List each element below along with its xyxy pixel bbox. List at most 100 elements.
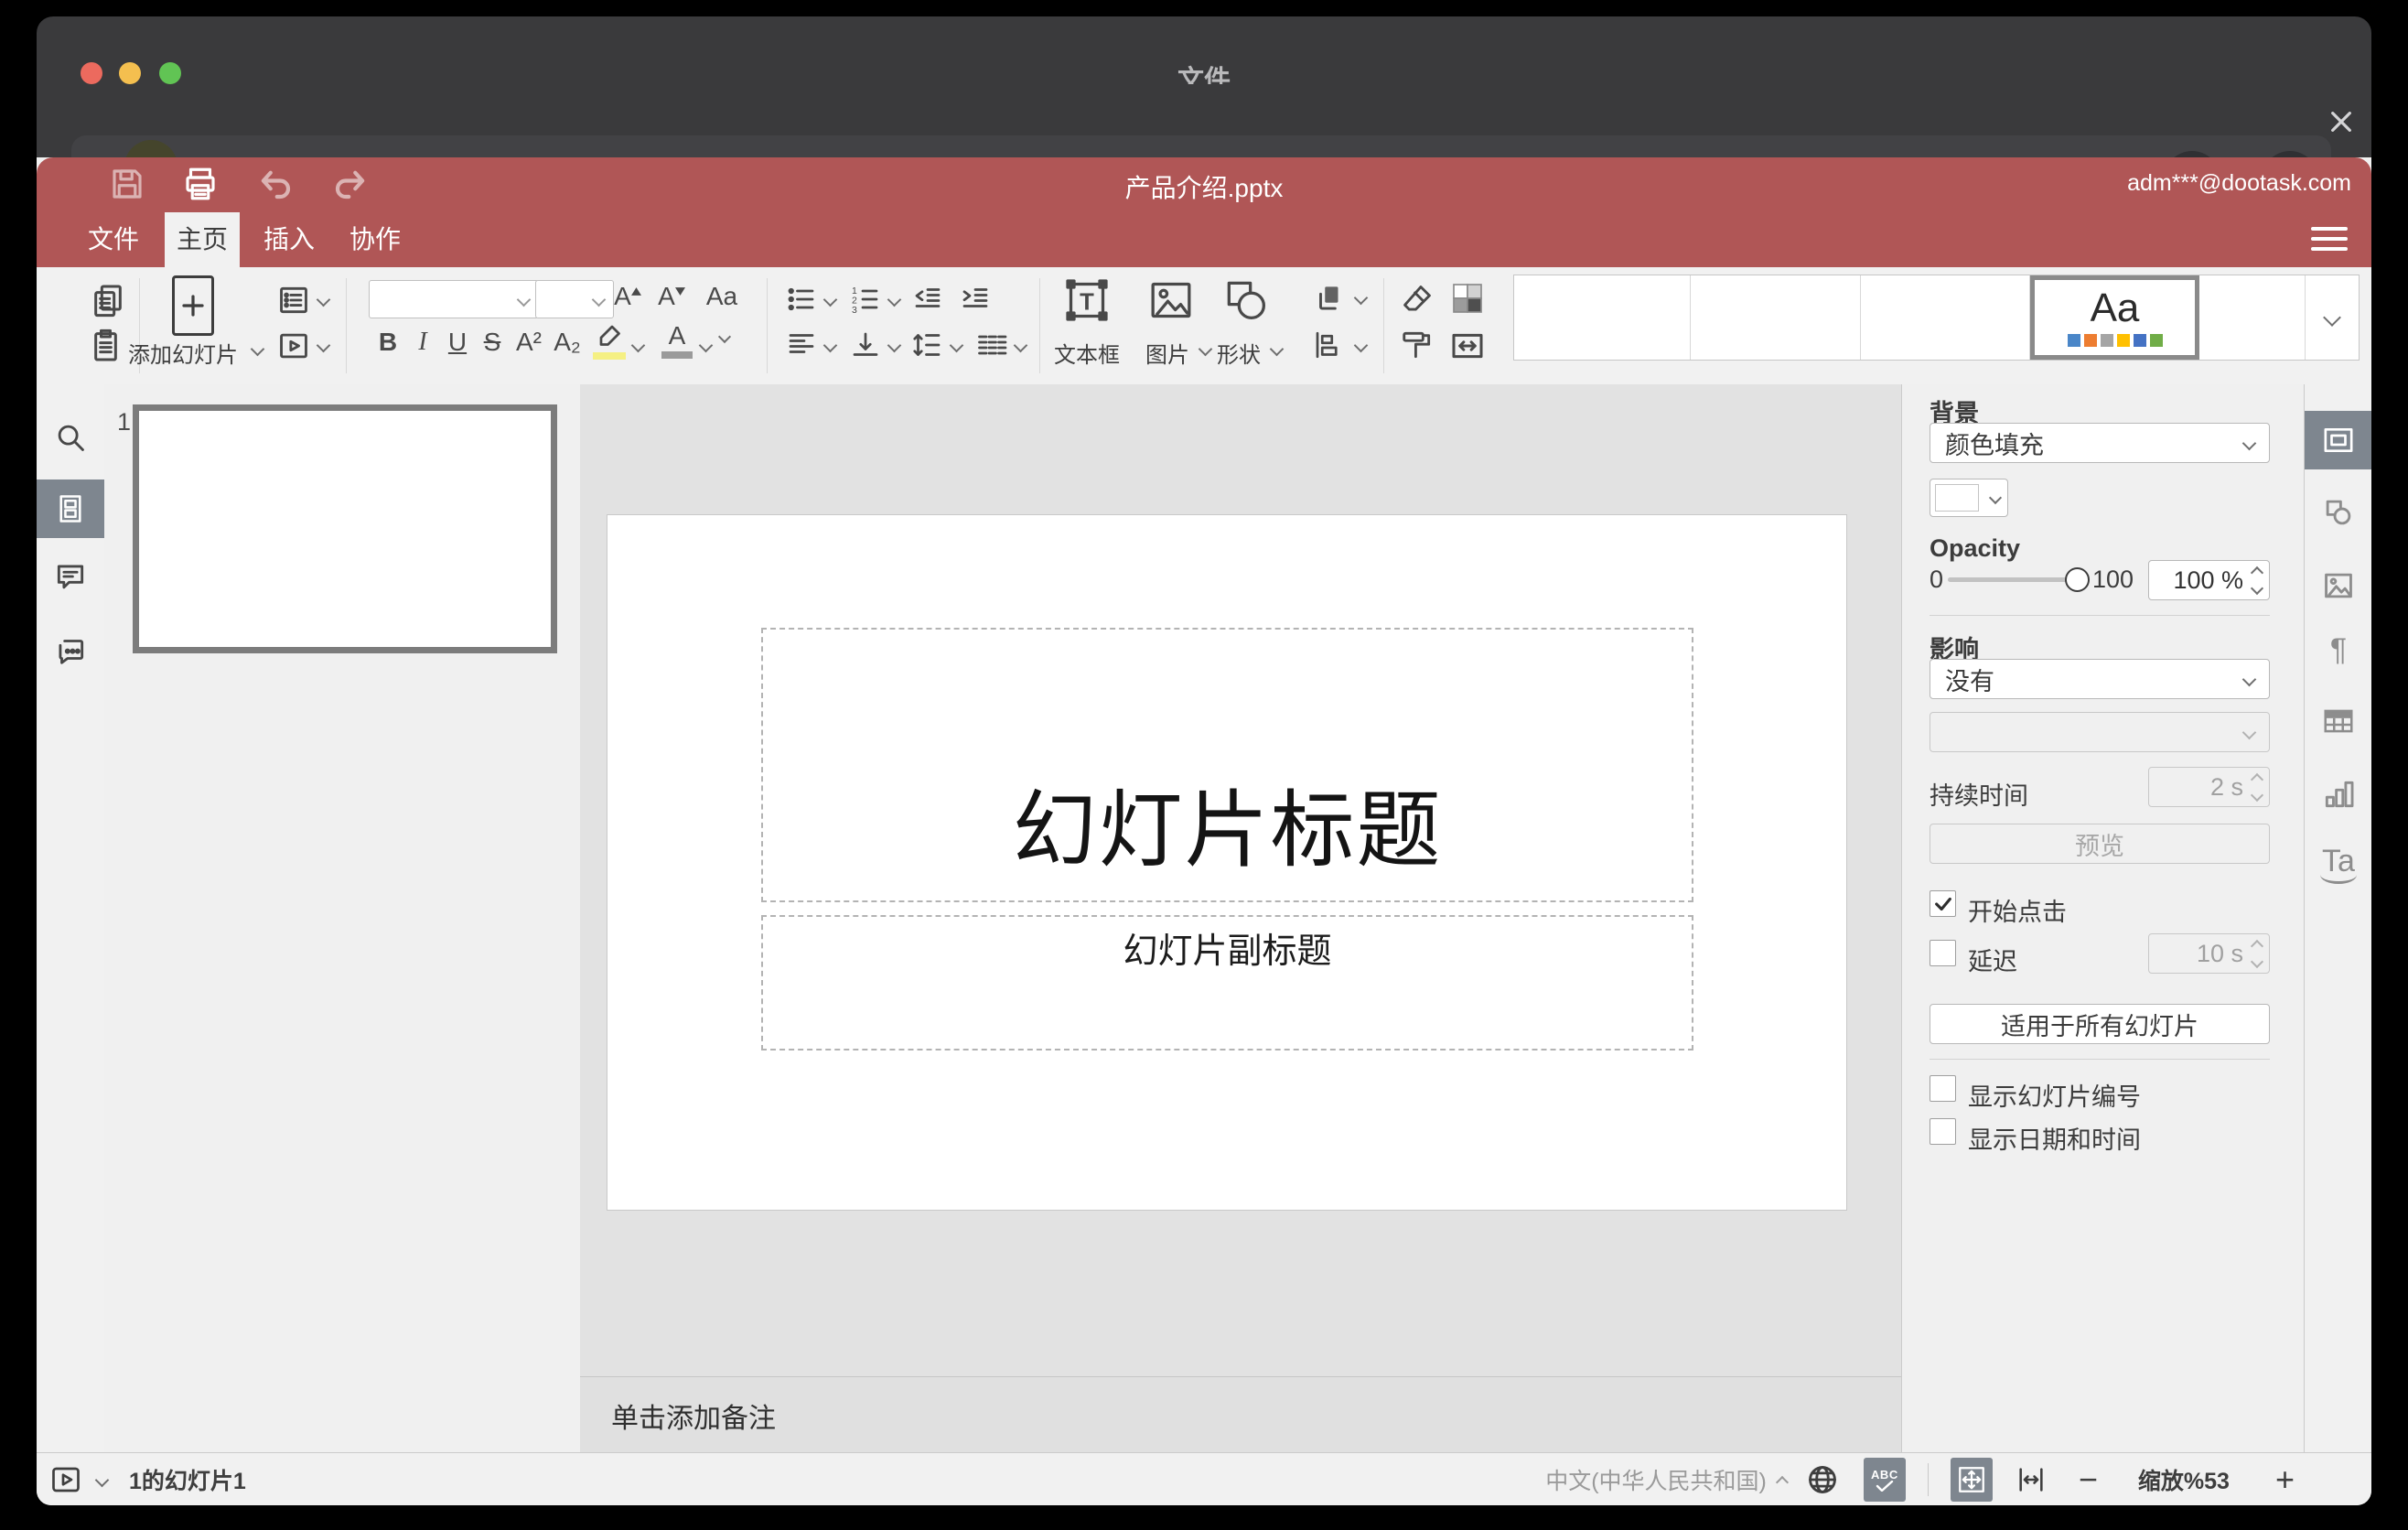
zoom-in-button[interactable]: + — [2275, 1463, 2295, 1496]
line-spacing-dropdown-icon[interactable] — [949, 338, 964, 353]
numbering-dropdown-icon[interactable] — [887, 292, 902, 307]
opacity-slider-track[interactable] — [1948, 577, 2078, 582]
start-on-click-checkbox[interactable] — [1930, 890, 1956, 917]
delay-checkbox[interactable] — [1930, 940, 1956, 966]
theme-option[interactable] — [1861, 275, 2030, 360]
align-shape-dropdown-icon[interactable] — [1353, 338, 1369, 353]
shape-dropdown-icon[interactable] — [1269, 341, 1285, 357]
vertical-align-dropdown-icon[interactable] — [887, 338, 902, 353]
strikeout-button[interactable]: S — [476, 324, 509, 361]
chat-icon[interactable] — [37, 620, 104, 679]
spellcheck-icon[interactable]: ABC — [1863, 1458, 1906, 1502]
title-placeholder[interactable]: 幻灯片标题 — [761, 628, 1693, 902]
add-slide-button[interactable] — [172, 275, 214, 336]
paragraph-settings-icon[interactable]: ¶ — [2305, 620, 2371, 679]
italic-button[interactable]: I — [406, 324, 439, 361]
clear-style-icon[interactable] — [1400, 282, 1435, 317]
slideshow-mode-dropdown-icon[interactable] — [94, 1472, 110, 1487]
document-language-globe-icon[interactable] — [1805, 1462, 1840, 1497]
close-icon[interactable] — [2327, 107, 2356, 136]
chart-settings-icon[interactable] — [2305, 765, 2371, 824]
theme-gallery-expand-icon[interactable] — [2305, 275, 2359, 360]
theme-option-selected[interactable]: Aa — [2030, 275, 2199, 360]
delay-label[interactable]: 延迟 — [1968, 942, 2017, 977]
start-slideshow-icon[interactable] — [276, 329, 311, 363]
paste-icon[interactable] — [90, 328, 126, 364]
slide-settings-icon[interactable] — [2305, 411, 2371, 469]
slide-thumbnail[interactable] — [133, 404, 557, 653]
notes-area[interactable]: 单击添加备注 — [580, 1376, 1901, 1453]
underline-button[interactable]: U — [441, 324, 474, 361]
arrange-shape-icon[interactable] — [1312, 281, 1347, 316]
decrease-font-button[interactable]: A — [655, 278, 688, 315]
apply-to-all-button[interactable]: 适用于所有幻灯片 — [1930, 1004, 2270, 1044]
columns-dropdown-icon[interactable] — [1013, 338, 1028, 353]
table-settings-icon[interactable] — [2305, 692, 2371, 750]
highlight-color-icon[interactable] — [593, 324, 626, 360]
tab-file[interactable]: 文件 — [68, 212, 159, 267]
textbox-icon[interactable]: T — [1061, 275, 1113, 326]
zoom-out-button[interactable]: − — [2079, 1463, 2098, 1496]
shape-icon[interactable] — [1220, 275, 1272, 326]
fill-type-select[interactable]: 颜色填充 — [1930, 423, 2270, 463]
fill-color-swatch[interactable] — [1930, 479, 2008, 517]
effect-select[interactable]: 没有 — [1930, 659, 2270, 699]
textart-settings-icon[interactable]: Ta — [2305, 835, 2371, 893]
increase-font-button[interactable]: A — [611, 278, 644, 315]
line-spacing-icon[interactable] — [911, 329, 944, 361]
image-dropdown-icon[interactable] — [1198, 341, 1213, 357]
search-icon[interactable] — [37, 408, 104, 467]
numbering-icon[interactable]: 123 — [849, 283, 882, 316]
superscript-button[interactable]: A² — [512, 324, 545, 361]
copy-icon[interactable] — [90, 282, 126, 318]
bold-button[interactable]: B — [371, 324, 404, 361]
font-color-button[interactable]: A — [661, 320, 693, 359]
bullets-icon[interactable] — [785, 283, 818, 316]
horizontal-align-dropdown-icon[interactable] — [822, 338, 838, 353]
increase-indent-icon[interactable] — [959, 283, 992, 316]
subscript-button[interactable]: A₂ — [551, 324, 584, 361]
add-slide-dropdown-icon[interactable] — [250, 341, 265, 357]
start-slideshow-status-icon[interactable] — [49, 1463, 82, 1496]
slide-size-icon[interactable] — [1449, 328, 1486, 364]
shape-settings-icon[interactable] — [2305, 483, 2371, 542]
image-icon[interactable] — [1145, 275, 1197, 326]
image-label[interactable]: 图片 — [1145, 337, 1189, 369]
language-label[interactable]: 中文(中华人民共和国) — [1545, 1463, 1767, 1496]
theme-option[interactable] — [1514, 275, 1691, 360]
textbox-label[interactable]: 文本框 — [1054, 337, 1120, 369]
slides-panel-icon[interactable] — [37, 479, 104, 538]
tab-home[interactable]: 主页 — [165, 212, 240, 267]
tab-insert[interactable]: 插入 — [243, 212, 335, 267]
show-slide-number-label[interactable]: 显示幻灯片编号 — [1968, 1077, 2141, 1113]
slide-layout-icon[interactable] — [276, 283, 311, 318]
image-settings-icon[interactable] — [2305, 556, 2371, 615]
slide-layout-dropdown-icon[interactable] — [316, 292, 331, 307]
change-color-scheme-icon[interactable] — [1449, 280, 1486, 317]
subtitle-placeholder[interactable]: 幻灯片副标题 — [761, 915, 1693, 1051]
theme-option[interactable] — [1691, 275, 1861, 360]
comments-icon[interactable] — [37, 547, 104, 606]
copy-style-icon[interactable] — [1400, 328, 1435, 362]
show-slide-number-checkbox[interactable] — [1930, 1075, 1956, 1102]
menu-icon[interactable] — [2311, 227, 2348, 253]
fit-to-width-icon[interactable] — [2013, 1464, 2049, 1495]
tab-collaboration[interactable]: 协作 — [329, 212, 421, 267]
shape-label[interactable]: 形状 — [1217, 337, 1261, 369]
language-caret-icon[interactable] — [1775, 1475, 1789, 1490]
add-slide-label[interactable]: 添加幻灯片 — [128, 337, 238, 369]
opacity-spinner[interactable]: 100 % — [2148, 560, 2270, 600]
show-date-time-label[interactable]: 显示日期和时间 — [1968, 1120, 2141, 1156]
opacity-slider-knob[interactable] — [2065, 567, 2090, 592]
font-size-select[interactable] — [535, 280, 614, 318]
align-shape-icon[interactable] — [1312, 329, 1345, 361]
decrease-indent-icon[interactable] — [911, 283, 944, 316]
arrange-dropdown-icon[interactable] — [1353, 290, 1369, 306]
bullets-dropdown-icon[interactable] — [822, 292, 838, 307]
vertical-align-icon[interactable] — [849, 329, 882, 361]
columns-icon[interactable] — [975, 329, 1008, 361]
fit-to-slide-icon[interactable] — [1950, 1458, 1993, 1502]
horizontal-align-icon[interactable] — [785, 329, 818, 361]
theme-option[interactable] — [2199, 275, 2305, 360]
slide-editor-area[interactable]: 幻灯片标题 幻灯片副标题 — [607, 514, 1847, 1211]
